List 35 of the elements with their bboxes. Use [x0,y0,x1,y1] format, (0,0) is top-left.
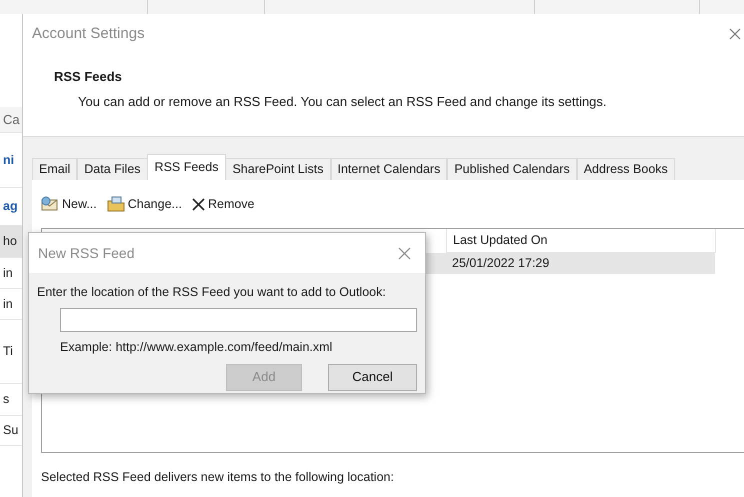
tab[interactable]: Email [32,158,78,180]
tab[interactable]: Data Files [77,158,148,180]
window-title: Account Settings [32,24,145,44]
sidebar-fragment: Ti [3,343,13,360]
dialog-title: New RSS Feed [38,244,134,262]
sidebar-fragment: ni [3,152,14,169]
sidebar-fragment: in [3,264,13,282]
folder-icon [106,196,125,212]
table-cell-text: 25/01/2022 17:29 [452,255,550,272]
dialog-button[interactable]: Cancel [328,364,417,390]
tab[interactable]: SharePoint Lists [225,158,330,180]
toolbar-button[interactable]: Change... [106,193,182,215]
close-icon [192,198,205,210]
tab[interactable]: Address Books [576,158,675,180]
toolbar-button[interactable]: New... [41,193,97,215]
sidebar-fragment: ho [3,233,17,250]
section-heading: RSS Feeds [54,68,122,86]
prompt-label: Enter the location of the RSS Feed you want to add to Outlook: [37,284,386,301]
sidebar-fragment: Ca [3,110,20,129]
url-input-field[interactable] [60,308,417,332]
location-label: Selected RSS Feed delivers new items to the following location: [41,469,394,486]
tab[interactable]: Published Calendars [447,158,577,180]
column-header[interactable]: Last Updated On [446,229,716,252]
example-text: Example: http://www.example.com/feed/main.xml [60,338,332,356]
section-description: You can add or remove an RSS Feed. You can select an RSS Feed and change its settings. [78,92,607,111]
envelope-icon [41,196,59,212]
tab[interactable]: RSS Feeds [146,154,226,180]
sidebar-fragment: ag [3,198,18,216]
close-icon[interactable] [398,246,411,260]
sidebar-fragment: Su [3,422,18,440]
tab[interactable]: Internet Calendars [330,158,448,180]
toolbar-button[interactable]: Remove [192,193,255,215]
sidebar-fragment: s [3,391,10,408]
sidebar-fragment: in [3,296,13,313]
close-icon[interactable] [729,28,741,40]
